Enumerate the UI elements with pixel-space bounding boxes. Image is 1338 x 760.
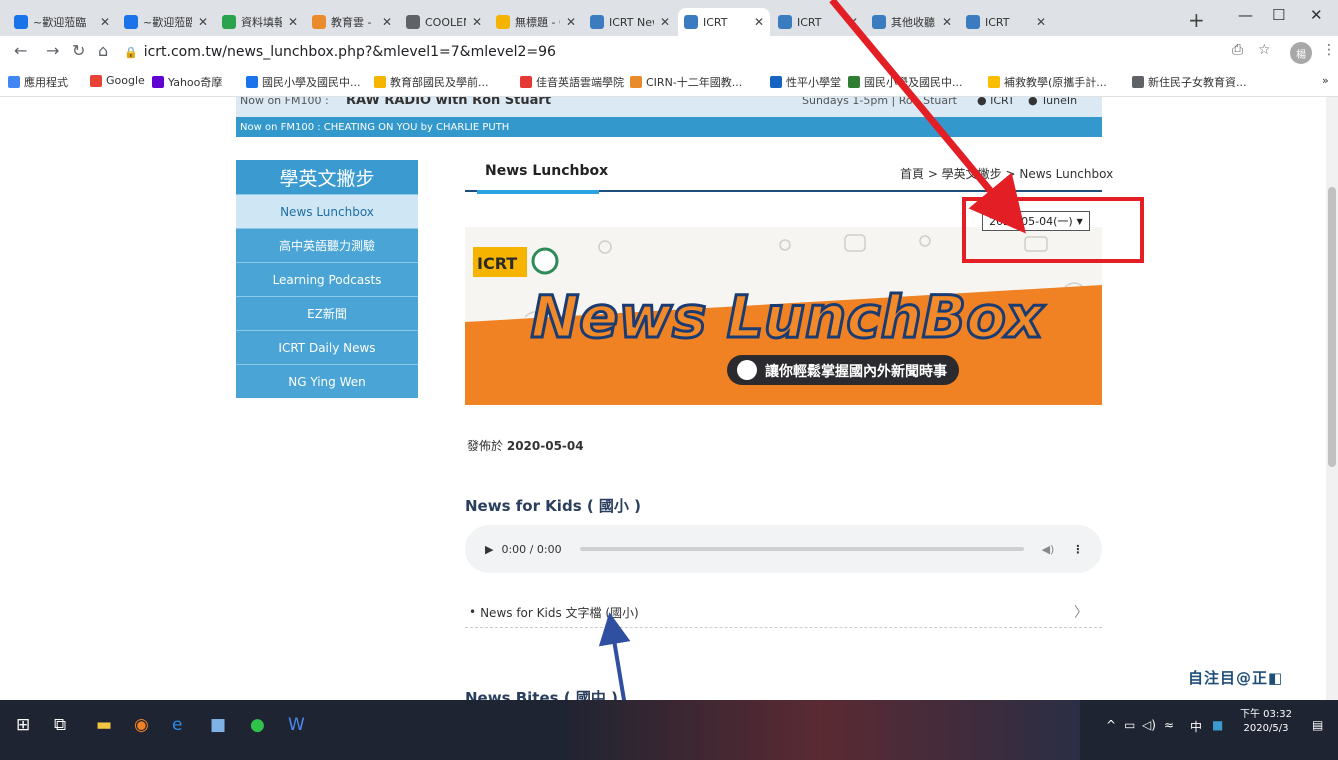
notification-icon[interactable]: ▤ (1312, 718, 1323, 732)
tray-chevron-icon[interactable]: ^ (1106, 718, 1116, 732)
ime-icon[interactable]: ■ (1212, 718, 1223, 732)
battery-icon: ▭ (1124, 718, 1136, 732)
annotation-arrows (598, 0, 1026, 760)
task-view-icon[interactable]: ⧉ (54, 715, 66, 735)
line-icon[interactable]: ● (250, 715, 265, 735)
taskbar-clock[interactable]: 下午 03:32 2020/5/3 (1240, 708, 1292, 736)
start-icon[interactable]: ⊞ (16, 715, 30, 735)
red-arrow (829, 0, 1026, 234)
app-icon[interactable]: ■ (210, 715, 226, 735)
ime-lang-indicator[interactable]: 中 (1190, 718, 1202, 735)
volume-tray-icon[interactable]: ◁) (1142, 718, 1156, 732)
chrome-icon[interactable]: ◉ (134, 715, 149, 735)
wifi-icon[interactable]: ≈ (1164, 718, 1174, 732)
word-icon[interactable]: W (288, 715, 305, 735)
windows-taskbar: ⊞ ⧉ ▬ ◉ e ■ ● W ^ ▭ ◁) ≈ 中 ■ 下午 03:32 20… (0, 700, 1338, 760)
file-explorer-icon[interactable]: ▬ (96, 715, 112, 735)
ie-icon[interactable]: e (172, 715, 182, 735)
